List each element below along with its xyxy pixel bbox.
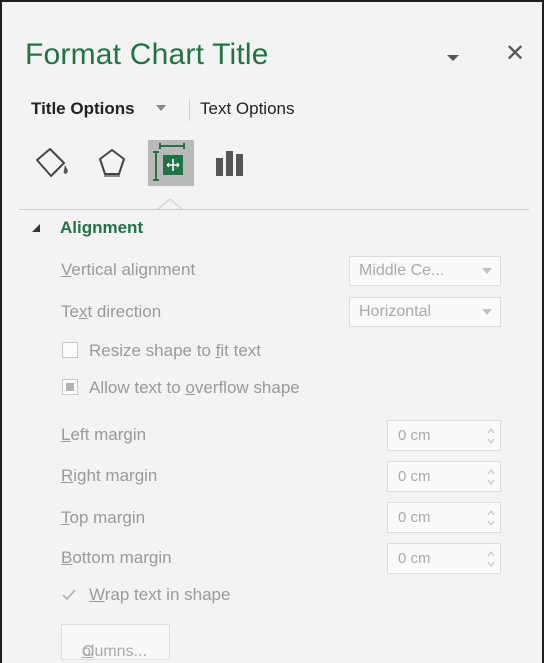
vertical-alignment-dropdown[interactable]: Middle Ce...: [349, 256, 501, 286]
collapse-triangle-icon: [32, 224, 40, 232]
chart-options-icon: [216, 151, 243, 176]
resize-shape-label: Resize shape to fit text: [89, 341, 261, 360]
close-icon: ✕: [504, 40, 526, 67]
allow-overflow-label: Allow text to overflow shape: [89, 378, 300, 397]
indeterminate-mark: [66, 383, 74, 391]
top-margin-spinner[interactable]: 0 cm: [387, 502, 501, 533]
size-properties-button[interactable]: [148, 140, 194, 186]
spinner-arrows-icon[interactable]: [486, 548, 496, 570]
right-margin-label: Right margin: [61, 466, 158, 485]
chevron-down-icon: [447, 55, 459, 61]
close-button[interactable]: ✕: [502, 41, 528, 67]
bottom-margin-label: Bottom margin: [61, 548, 172, 567]
chevron-down-icon: [482, 309, 492, 315]
tab-title-options[interactable]: Title Options: [31, 99, 135, 119]
active-tab-pointer: [158, 198, 182, 210]
spinner-arrows-icon[interactable]: [486, 507, 496, 529]
tab-dropdown-chevron-icon[interactable]: [155, 104, 167, 112]
left-margin-spinner[interactable]: 0 cm: [387, 420, 501, 451]
fill-line-button[interactable]: [31, 140, 77, 186]
size-properties-icon: [153, 143, 185, 181]
text-direction-label: Text direction: [61, 302, 162, 321]
fill-line-icon: [36, 148, 68, 177]
right-margin-spinner[interactable]: 0 cm: [387, 461, 501, 492]
left-margin-label: Left margin: [61, 425, 147, 444]
pane-options-button[interactable]: [443, 50, 463, 66]
bottom-margin-spinner[interactable]: 0 cm: [387, 543, 501, 574]
chart-options-button[interactable]: [207, 140, 253, 186]
chevron-down-icon: [482, 268, 492, 274]
effects-icon: [99, 149, 125, 177]
allow-overflow-checkbox[interactable]: [62, 379, 78, 395]
pane-title: Format Chart Title: [25, 38, 269, 71]
tab-separator: [189, 99, 190, 121]
format-chart-title-pane: Format Chart Title ✕ Title Options Text …: [0, 0, 544, 663]
spinner-arrows-icon[interactable]: [486, 425, 496, 447]
text-direction-dropdown[interactable]: Horizontal: [349, 297, 501, 327]
tab-text-options[interactable]: Text Options: [200, 99, 295, 119]
resize-shape-checkbox[interactable]: [62, 342, 78, 358]
top-margin-label: Top margin: [61, 508, 146, 527]
checkmark-icon: [62, 589, 76, 601]
wrap-text-label: Wrap text in shape: [89, 585, 231, 604]
icon-bar-divider: [19, 209, 529, 210]
wrap-text-checkbox[interactable]: [61, 587, 77, 603]
alignment-section-title: Alignment: [60, 218, 144, 237]
spinner-arrows-icon[interactable]: [486, 466, 496, 488]
columns-button[interactable]: Columns...: [61, 624, 170, 660]
effects-button[interactable]: [89, 140, 135, 186]
vertical-alignment-label: Vertical alignment: [61, 260, 196, 279]
